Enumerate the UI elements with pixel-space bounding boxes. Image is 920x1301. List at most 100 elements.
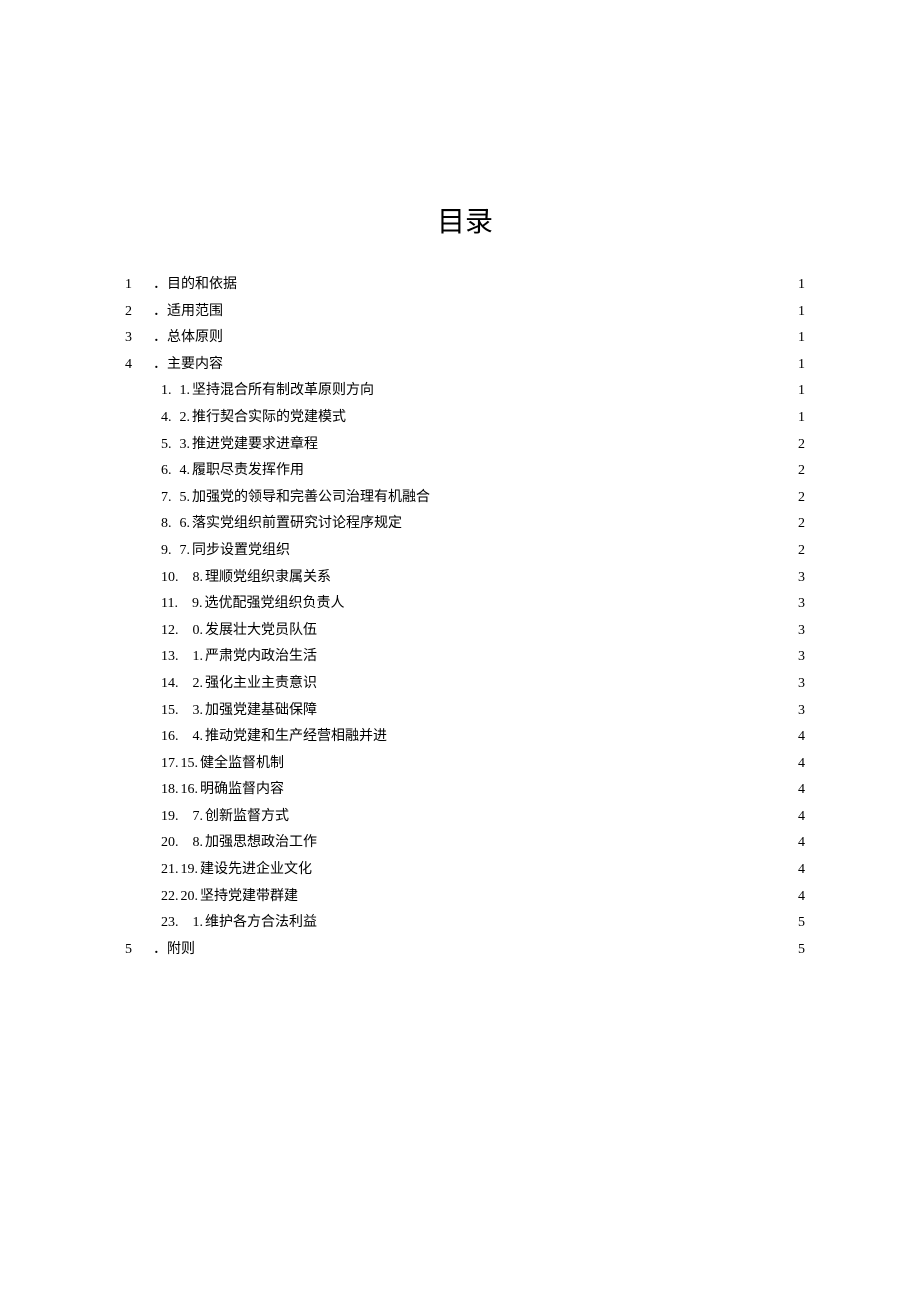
toc-row-page: 2 — [794, 432, 805, 459]
toc-sub-row: 7. 5. 加强党的领导和完善公司治理有机融合 2 — [125, 485, 805, 512]
toc-sub-row: 20. 8. 加强思想政治工作 4 — [125, 830, 805, 857]
toc-row-leader — [304, 460, 794, 474]
toc-sub-label: 严肃党内政治生活 — [205, 644, 317, 671]
toc-row-page: 4 — [794, 884, 805, 911]
toc-row-page: 4 — [794, 724, 805, 751]
toc-sub-number: 5. — [161, 432, 172, 459]
toc-row-leader — [387, 726, 794, 740]
toc-sub-label: 维护各方合法利益 — [205, 910, 317, 937]
toc-row-label: 总体原则 — [167, 325, 223, 352]
toc-sub-label: 加强思想政治工作 — [205, 830, 317, 857]
toc-sub-number: 19. — [161, 804, 179, 831]
toc-sub-prefix: 7. — [180, 538, 191, 565]
toc-row-dot: ． — [153, 272, 167, 299]
toc-sub-number: 16. — [161, 724, 179, 751]
toc-sub-number: 10. — [161, 565, 179, 592]
toc-sub-row: 17. 15. 健全监督机制 4 — [125, 751, 805, 778]
toc-row-leader — [430, 487, 794, 501]
toc-row-label: 主要内容 — [167, 352, 223, 379]
toc-sub-row: 22. 20. 坚持党建带群建 4 — [125, 884, 805, 911]
toc-sub-number: 18. — [161, 777, 179, 804]
toc-sub-number: 15. — [161, 698, 179, 725]
toc-row-leader — [289, 806, 794, 820]
toc-row-page: 1 — [794, 325, 805, 352]
toc-row-number: 4 — [125, 352, 153, 379]
toc-sub-row: 1. 1. 坚持混合所有制改革原则方向 1 — [125, 378, 805, 405]
toc-row-page: 4 — [794, 830, 805, 857]
toc-sub-prefix: 2. — [193, 671, 204, 698]
toc-row-leader — [223, 327, 794, 341]
toc-sub-label: 加强党的领导和完善公司治理有机融合 — [192, 485, 430, 512]
toc-row-page: 4 — [794, 804, 805, 831]
toc-row-leader — [318, 434, 794, 448]
toc-row-page: 2 — [794, 485, 805, 512]
toc-row-number: 3 — [125, 325, 153, 352]
toc-sub-prefix: 3. — [180, 432, 191, 459]
toc-sub-label: 发展壮大党员队伍 — [205, 618, 317, 645]
toc-sub-row: 10. 8. 理顺党组织隶属关系 3 — [125, 565, 805, 592]
toc-row-page: 2 — [794, 511, 805, 538]
toc-row-dot: ． — [153, 299, 167, 326]
toc-row-dot: ． — [153, 325, 167, 352]
toc-row-page: 3 — [794, 644, 805, 671]
toc-sub-number: 21. — [161, 857, 179, 884]
toc-row-page: 2 — [794, 458, 805, 485]
toc-sub-row: 12. 0. 发展壮大党员队伍 3 — [125, 618, 805, 645]
toc-row-leader — [344, 593, 794, 607]
toc-row-leader — [317, 646, 794, 660]
toc-row-dot: ． — [153, 352, 167, 379]
toc-sub-prefix: 6. — [180, 511, 191, 538]
toc-row-leader — [290, 540, 794, 554]
table-of-contents: 1 ． 目的和依据 1 2 ． 适用范围 1 3 ． 总体原则 1 4 ． 主要… — [125, 272, 805, 963]
toc-sub-label: 明确监督内容 — [200, 777, 284, 804]
toc-sub-number: 22. — [161, 884, 179, 911]
toc-sub-prefix: 16. — [181, 777, 199, 804]
toc-row-page: 4 — [794, 857, 805, 884]
toc-sub-row: 16. 4. 推动党建和生产经营相融并进 4 — [125, 724, 805, 751]
toc-sub-prefix: 1. — [180, 378, 191, 405]
toc-sub-number: 6. — [161, 458, 172, 485]
toc-sub-prefix: 2. — [180, 405, 191, 432]
toc-sub-number: 12. — [161, 618, 179, 645]
toc-sub-number: 8. — [161, 511, 172, 538]
toc-sub-number: 23. — [161, 910, 179, 937]
toc-sub-number: 14. — [161, 671, 179, 698]
toc-sub-prefix: 1. — [193, 644, 204, 671]
toc-sub-label: 落实党组织前置研究讨论程序规定 — [192, 511, 402, 538]
toc-sub-label: 建设先进企业文化 — [200, 857, 312, 884]
toc-row-label: 附则 — [167, 937, 195, 964]
toc-row-leader — [195, 939, 794, 953]
toc-row-page: 1 — [794, 378, 805, 405]
toc-sub-label: 选优配强党组织负责人 — [204, 591, 344, 618]
toc-row-number: 1 — [125, 272, 153, 299]
toc-row-leader — [298, 886, 794, 900]
toc-row-leader — [317, 673, 794, 687]
toc-sub-prefix: 3. — [193, 698, 204, 725]
toc-sub-prefix: 8. — [193, 830, 204, 857]
toc-sub-row: 19. 7. 创新监督方式 4 — [125, 804, 805, 831]
toc-sub-number: 20. — [161, 830, 179, 857]
toc-row-leader — [237, 274, 794, 288]
toc-sub-label: 坚持混合所有制改革原则方向 — [192, 378, 374, 405]
toc-row-page: 4 — [794, 751, 805, 778]
toc-row-page: 1 — [794, 299, 805, 326]
toc-sub-row: 21. 19. 建设先进企业文化 4 — [125, 857, 805, 884]
toc-sub-label: 履职尽责发挥作用 — [192, 458, 304, 485]
toc-sub-prefix: 5. — [180, 485, 191, 512]
toc-sub-row: 18. 16. 明确监督内容 4 — [125, 777, 805, 804]
toc-sub-label: 推进党建要求进章程 — [192, 432, 318, 459]
toc-row-label: 适用范围 — [167, 299, 223, 326]
toc-row-page: 5 — [794, 937, 805, 964]
toc-sub-prefix: 7. — [193, 804, 204, 831]
toc-sub-row: 8. 6. 落实党组织前置研究讨论程序规定 2 — [125, 511, 805, 538]
toc-sub-row: 23. 1. 维护各方合法利益 5 — [125, 910, 805, 937]
toc-sub-row: 13. 1. 严肃党内政治生活 3 — [125, 644, 805, 671]
toc-sub-number: 9. — [161, 538, 172, 565]
toc-row-number: 5 — [125, 937, 153, 964]
toc-row-page: 1 — [794, 352, 805, 379]
toc-sub-row: 15. 3. 加强党建基础保障 3 — [125, 698, 805, 725]
toc-sub-row: 9. 7. 同步设置党组织 2 — [125, 538, 805, 565]
toc-row-leader — [317, 700, 794, 714]
toc-row-number: 2 — [125, 299, 153, 326]
toc-sub-prefix: 15. — [181, 751, 199, 778]
